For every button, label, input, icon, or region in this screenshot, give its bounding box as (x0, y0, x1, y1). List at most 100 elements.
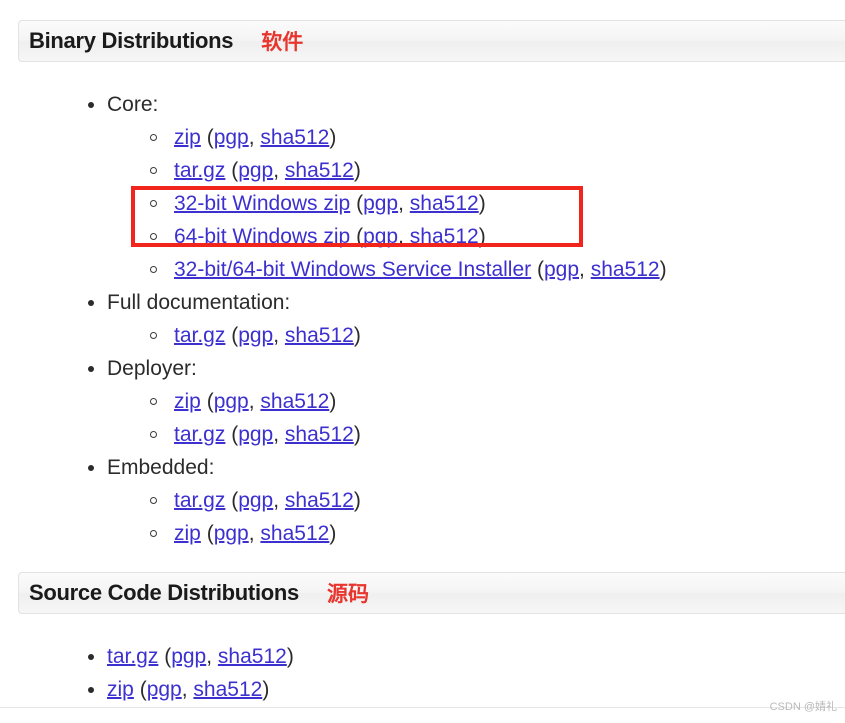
download-link-32-bit-64-bit-windows-service-installer[interactable]: 32-bit/64-bit Windows Service Installer (174, 258, 531, 281)
distribution-group-label: Embedded: (107, 456, 215, 479)
section-title-source: Source Code Distributions (29, 580, 299, 605)
section-annotation-source: 源码 (326, 583, 369, 606)
distribution-group-label: Full documentation: (107, 291, 291, 314)
comma-separator: , (248, 126, 261, 149)
disc-bullet-icon (88, 654, 94, 660)
close-paren: ) (659, 258, 667, 281)
circle-bullet-icon (150, 266, 157, 273)
disc-bullet-icon (88, 366, 94, 372)
source-distributions-list: tar.gz (pgp, sha512) zip (pgp, sha512) (0, 640, 845, 706)
download-row: zip (pgp, sha512) (0, 126, 336, 149)
distribution-sublist-wrapper: zip (pgp, sha512) tar.gz (pgp, sha512) 32-… (0, 121, 845, 286)
sha512-link[interactable]: sha512 (410, 225, 479, 248)
distribution-file-row: tar.gz (pgp, sha512) (0, 484, 845, 517)
sha512-link[interactable]: sha512 (285, 324, 354, 347)
distribution-file-row: 32-bit/64-bit Windows Service Installer … (0, 253, 845, 286)
download-link-zip[interactable]: zip (174, 522, 201, 545)
download-row: zip (pgp, sha512) (0, 390, 336, 413)
pgp-link[interactable]: pgp (214, 126, 249, 149)
open-paren: ( (225, 159, 239, 182)
sha512-link[interactable]: sha512 (285, 159, 354, 182)
comma-separator: , (273, 489, 285, 512)
sha512-link[interactable]: sha512 (218, 645, 287, 668)
sha512-link[interactable]: sha512 (410, 192, 479, 215)
download-link-32-bit-windows-zip[interactable]: 32-bit Windows zip (174, 192, 350, 215)
comma-separator: , (273, 159, 285, 182)
watermark-text: CSDN @婧礼 (769, 701, 837, 713)
close-paren: ) (478, 192, 486, 215)
sha512-link[interactable]: sha512 (260, 390, 329, 413)
circle-bullet-icon (150, 200, 157, 207)
pgp-link[interactable]: pgp (238, 324, 273, 347)
distribution-file-row: zip (pgp, sha512) (0, 385, 845, 418)
close-paren: ) (353, 423, 361, 446)
pgp-link[interactable]: pgp (238, 423, 273, 446)
distribution-file-list: tar.gz (pgp, sha512) (0, 319, 845, 352)
open-paren: ( (200, 126, 214, 149)
comma-separator: , (181, 678, 194, 701)
sha512-link[interactable]: sha512 (193, 678, 262, 701)
close-paren: ) (262, 678, 270, 701)
download-link-64-bit-windows-zip[interactable]: 64-bit Windows zip (174, 225, 350, 248)
pgp-link[interactable]: pgp (171, 645, 206, 668)
circle-bullet-icon (150, 167, 157, 174)
download-row: zip (pgp, sha512) (0, 522, 336, 545)
circle-bullet-icon (150, 431, 157, 438)
download-link-tar-gz[interactable]: tar.gz (107, 645, 158, 668)
distribution-file-list: zip (pgp, sha512) tar.gz (pgp, sha512) 32-… (0, 121, 845, 286)
download-link-zip[interactable]: zip (174, 126, 201, 149)
circle-bullet-icon (150, 233, 157, 240)
comma-separator: , (248, 522, 261, 545)
download-row: tar.gz (pgp, sha512) (0, 489, 361, 512)
download-link-tar-gz[interactable]: tar.gz (174, 324, 225, 347)
pgp-link[interactable]: pgp (238, 489, 273, 512)
sha512-link[interactable]: sha512 (260, 522, 329, 545)
comma-separator: , (273, 324, 285, 347)
sha512-link[interactable]: sha512 (285, 489, 354, 512)
download-link-tar-gz[interactable]: tar.gz (174, 159, 225, 182)
pgp-link[interactable]: pgp (214, 390, 249, 413)
disc-bullet-icon (88, 465, 94, 471)
pgp-link[interactable]: pgp (147, 678, 182, 701)
pgp-link[interactable]: pgp (238, 159, 273, 182)
pgp-link[interactable]: pgp (363, 192, 398, 215)
download-row: tar.gz (pgp, sha512) (0, 645, 294, 668)
open-paren: ( (200, 522, 214, 545)
pgp-link[interactable]: pgp (363, 225, 398, 248)
circle-bullet-icon (150, 134, 157, 141)
distribution-file-list: tar.gz (pgp, sha512) zip (pgp, sha512) (0, 484, 845, 550)
download-row: 64-bit Windows zip (pgp, sha512) (0, 225, 486, 248)
distribution-file-row: zip (pgp, sha512) (0, 121, 845, 154)
download-link-zip[interactable]: zip (107, 678, 134, 701)
pgp-link[interactable]: pgp (544, 258, 579, 281)
disc-bullet-icon (88, 102, 94, 108)
distribution-group: Full documentation: (0, 286, 845, 319)
distribution-file-row: zip (pgp, sha512) (0, 517, 845, 550)
distribution-file-row: tar.gz (pgp, sha512) (0, 418, 845, 451)
binary-distributions-list: Core: zip (pgp, sha512) tar.gz (pgp, sha51… (0, 88, 845, 550)
open-paren: ( (133, 678, 147, 701)
sha512-link[interactable]: sha512 (260, 126, 329, 149)
source-file-row: tar.gz (pgp, sha512) (0, 640, 845, 673)
distribution-sublist-wrapper: zip (pgp, sha512) tar.gz (pgp, sha512) (0, 385, 845, 451)
open-paren: ( (350, 225, 364, 248)
source-file-row: zip (pgp, sha512) (0, 673, 845, 706)
sha512-link[interactable]: sha512 (591, 258, 660, 281)
disc-bullet-icon (88, 687, 94, 693)
sha512-link[interactable]: sha512 (285, 423, 354, 446)
distribution-file-row: 64-bit Windows zip (pgp, sha512) (0, 220, 845, 253)
download-row: tar.gz (pgp, sha512) (0, 423, 361, 446)
download-link-zip[interactable]: zip (174, 390, 201, 413)
open-paren: ( (225, 324, 239, 347)
distribution-file-row: tar.gz (pgp, sha512) (0, 154, 845, 187)
binary-group-list: Core: zip (pgp, sha512) tar.gz (pgp, sha51… (0, 88, 845, 550)
download-row: zip (pgp, sha512) (0, 678, 269, 701)
distribution-file-list: zip (pgp, sha512) tar.gz (pgp, sha512) (0, 385, 845, 451)
close-paren: ) (353, 324, 361, 347)
download-link-tar-gz[interactable]: tar.gz (174, 423, 225, 446)
open-paren: ( (225, 423, 239, 446)
download-link-tar-gz[interactable]: tar.gz (174, 489, 225, 512)
pgp-link[interactable]: pgp (214, 522, 249, 545)
distribution-group: Core: (0, 88, 845, 121)
distribution-group: Embedded: (0, 451, 845, 484)
